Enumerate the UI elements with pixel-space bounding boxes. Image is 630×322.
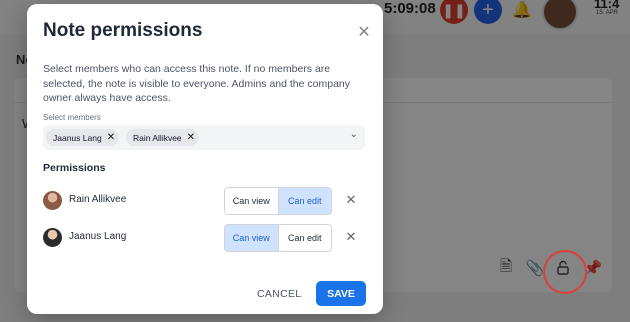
permission-toggle: Can view Can edit	[224, 224, 332, 252]
permission-row: Rain Allikvee Can view Can edit ✕	[43, 187, 367, 215]
dialog-description: Select members who can access this note.…	[43, 63, 351, 104]
avatar	[43, 228, 62, 247]
avatar	[43, 191, 62, 210]
close-icon[interactable]: ✕	[355, 22, 373, 41]
permissions-heading: Permissions	[43, 162, 106, 174]
cancel-button[interactable]: CANCEL	[257, 288, 301, 300]
note-permissions-dialog: Note permissions ✕ Select members who ca…	[27, 4, 383, 314]
member-name: Jaanus Lang	[69, 231, 127, 242]
member-name: Rain Allikvee	[69, 194, 127, 205]
remove-member-icon[interactable]: ✕	[343, 229, 359, 245]
permission-row: Jaanus Lang Can view Can edit ✕	[43, 224, 367, 252]
can-edit-button[interactable]: Can edit	[277, 225, 331, 251]
chip-label: Jaanus Lang	[53, 132, 102, 143]
remove-chip-icon[interactable]: ✕	[107, 132, 115, 143]
remove-member-icon[interactable]: ✕	[343, 192, 359, 208]
member-chip: Rain Allikvee ✕	[126, 129, 200, 146]
highlight-circle	[543, 250, 587, 294]
permission-toggle: Can view Can edit	[224, 187, 332, 215]
can-view-button[interactable]: Can view	[225, 188, 278, 214]
can-edit-button[interactable]: Can edit	[277, 188, 331, 214]
members-select[interactable]: Jaanus Lang ✕ Rain Allikvee ✕ ⌄	[43, 125, 365, 150]
member-chip: Jaanus Lang ✕	[46, 129, 120, 146]
dialog-title: Note permissions	[43, 20, 203, 41]
chevron-down-icon[interactable]: ⌄	[350, 129, 358, 140]
can-view-button[interactable]: Can view	[225, 225, 278, 251]
save-button[interactable]: SAVE	[316, 281, 366, 306]
select-members-label: Select members	[43, 113, 101, 122]
chip-label: Rain Allikvee	[133, 132, 182, 143]
remove-chip-icon[interactable]: ✕	[187, 132, 195, 143]
